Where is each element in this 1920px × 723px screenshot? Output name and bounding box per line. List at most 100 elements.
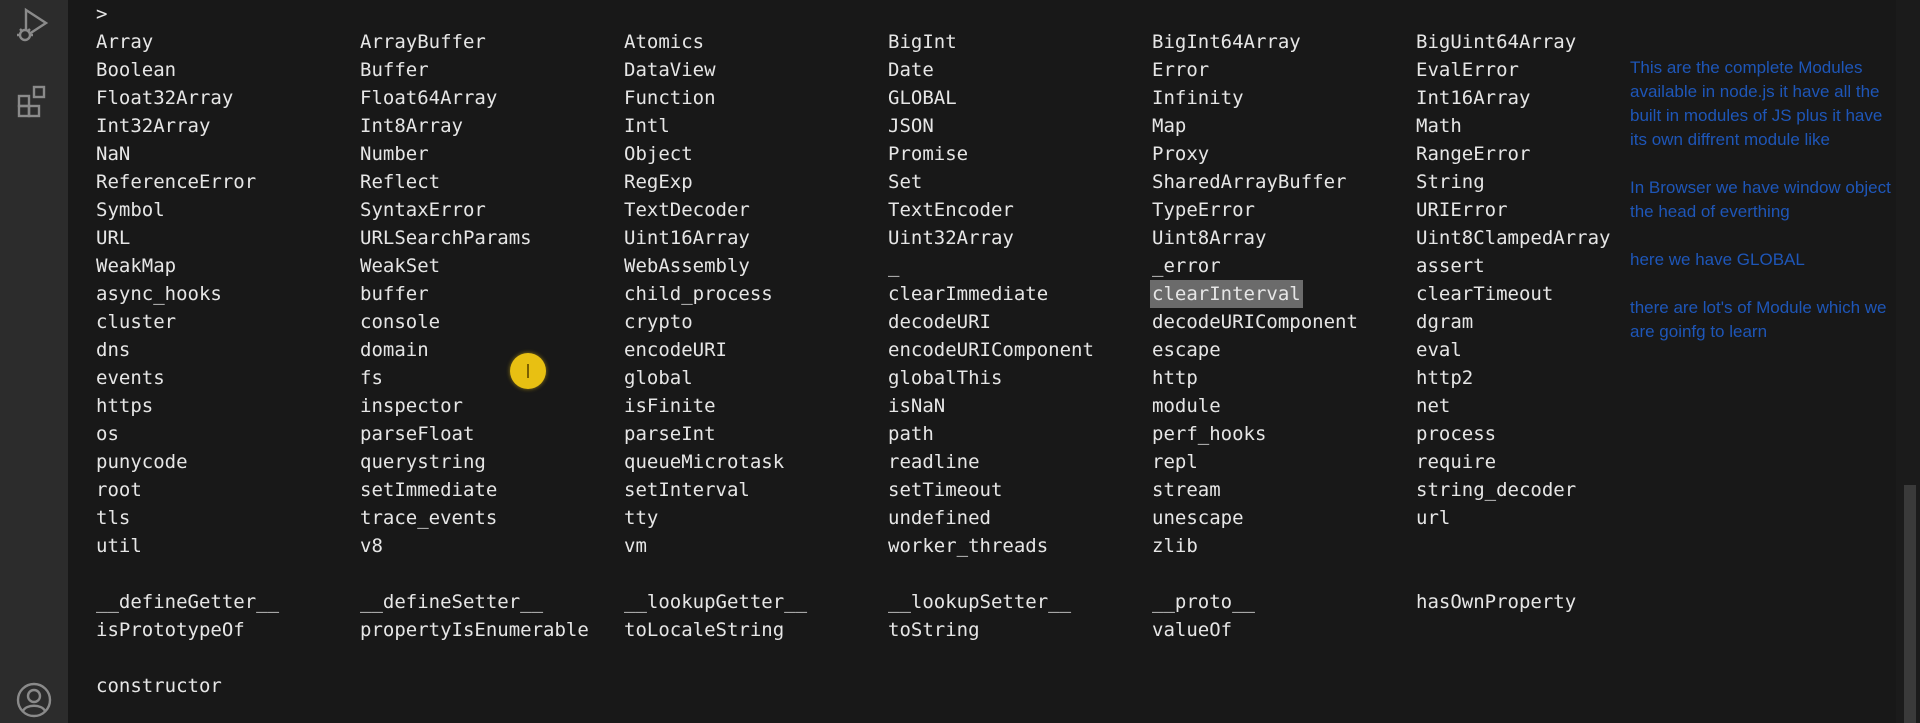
- completion-item: parseFloat: [360, 423, 475, 445]
- completion-item: Infinity: [1152, 87, 1244, 109]
- completion-item: TextEncoder: [888, 199, 1014, 221]
- annotation-note: In Browser we have window object the hea…: [1630, 178, 1891, 221]
- completion-item: Intl: [624, 115, 670, 137]
- completion-item: Boolean: [96, 59, 177, 81]
- completion-item: Symbol: [96, 199, 165, 221]
- completion-item: Array: [96, 31, 154, 53]
- completion-item: NaN: [96, 143, 131, 165]
- completion-item: SharedArrayBuffer: [1152, 171, 1347, 193]
- completion-item: [1416, 616, 1680, 644]
- completion-item: isNaN: [888, 395, 946, 417]
- completion-item: net: [1416, 395, 1451, 417]
- completion-item: [624, 672, 888, 700]
- completion-item: toString: [888, 619, 980, 641]
- completion-item: [888, 672, 1152, 700]
- completion-item: trace_events: [360, 507, 498, 529]
- completion-item: root: [96, 479, 142, 501]
- completion-item: propertyIsEnumerable: [360, 619, 589, 641]
- completion-item: unescape: [1152, 507, 1244, 529]
- completion-item: process: [1416, 423, 1497, 445]
- completion-item: _: [888, 255, 900, 277]
- completion-item: BigInt64Array: [1152, 31, 1301, 53]
- completion-item: Date: [888, 59, 934, 81]
- completion-item: module: [1152, 395, 1221, 417]
- completion-item: escape: [1152, 339, 1221, 361]
- annotation-note: there are lot's of Module which we are g…: [1630, 298, 1887, 341]
- completion-item: Reflect: [360, 171, 441, 193]
- completion-item: parseInt: [624, 423, 716, 445]
- completion-item: Proxy: [1152, 143, 1210, 165]
- completion-item: http: [1152, 367, 1198, 389]
- completion-item: Atomics: [624, 31, 705, 53]
- completion-item: fs: [360, 367, 383, 389]
- completion-item: DataView: [624, 59, 716, 81]
- completion-item: http2: [1416, 367, 1474, 389]
- completion-item: TextDecoder: [624, 199, 750, 221]
- run-debug-icon[interactable]: [12, 2, 56, 46]
- completion-item: [1416, 672, 1680, 700]
- completion-item: vm: [624, 535, 647, 557]
- terminal-scrollbar[interactable]: [1896, 0, 1920, 723]
- completion-item: querystring: [360, 451, 486, 473]
- completion-item: require: [1416, 451, 1497, 473]
- completion-item: WebAssembly: [624, 255, 750, 277]
- completion-item: setImmediate: [360, 479, 498, 501]
- scrollbar-thumb[interactable]: [1904, 485, 1916, 723]
- extensions-icon[interactable]: [12, 80, 56, 124]
- completion-item: async_hooks: [96, 283, 222, 305]
- completion-item: worker_threads: [888, 535, 1049, 557]
- terminal-prompt: >: [96, 3, 108, 25]
- completion-item: readline: [888, 451, 980, 473]
- completion-item: __defineSetter__: [360, 591, 544, 613]
- completion-item: Float32Array: [96, 87, 234, 109]
- completion-item: Float64Array: [360, 87, 498, 109]
- completion-item: [360, 672, 624, 700]
- completion-item: Buffer: [360, 59, 429, 81]
- completion-item: stream: [1152, 479, 1221, 501]
- completion-item: events: [96, 367, 165, 389]
- completion-item: encodeURIComponent: [888, 339, 1094, 361]
- completion-item: Map: [1152, 115, 1187, 137]
- terminal-output: Array ArrayBuffer Atomics BigInt BigInt64Arr…: [96, 28, 1680, 700]
- completion-item: Set: [888, 171, 923, 193]
- mouse-cursor-highlight: [510, 353, 546, 389]
- completion-item: RegExp: [624, 171, 693, 193]
- completion-item: TypeError: [1152, 199, 1255, 221]
- completion-item: isPrototypeOf: [96, 619, 245, 641]
- completion-item: util: [96, 535, 142, 557]
- completion-item: SyntaxError: [360, 199, 486, 221]
- completion-item: os: [96, 423, 119, 445]
- completion-item: URL: [96, 227, 131, 249]
- completion-item: WeakSet: [360, 255, 441, 277]
- completion-item: Uint8Array: [1152, 227, 1267, 249]
- account-icon[interactable]: [12, 678, 56, 722]
- completion-item: queueMicrotask: [624, 451, 785, 473]
- completion-item: BigUint64Array: [1416, 31, 1577, 53]
- completion-item: Number: [360, 143, 429, 165]
- completion-item: path: [888, 423, 934, 445]
- completion-item-selected: clearInterval: [1150, 280, 1303, 308]
- completion-item: globalThis: [888, 367, 1003, 389]
- completion-item: https: [96, 395, 154, 417]
- completion-item: child_process: [624, 283, 773, 305]
- completion-item: toLocaleString: [624, 619, 785, 641]
- completion-item: Error: [1152, 59, 1210, 81]
- completion-item: domain: [360, 339, 429, 361]
- completion-item: Int8Array: [360, 115, 463, 137]
- completion-item: inspector: [360, 395, 463, 417]
- completion-item: Function: [624, 87, 716, 109]
- completion-item: decodeURI: [888, 311, 991, 333]
- completion-item: Object: [624, 143, 693, 165]
- completion-item: dns: [96, 339, 131, 361]
- completion-item: valueOf: [1152, 619, 1233, 641]
- completion-item: Promise: [888, 143, 969, 165]
- completion-item: __defineGetter__: [96, 591, 280, 613]
- completion-item: console: [360, 311, 441, 333]
- completion-item: ArrayBuffer: [360, 31, 486, 53]
- completion-item: crypto: [624, 311, 693, 333]
- completion-item: WeakMap: [96, 255, 177, 277]
- completion-item: tty: [624, 507, 659, 529]
- completion-item: buffer: [360, 283, 429, 305]
